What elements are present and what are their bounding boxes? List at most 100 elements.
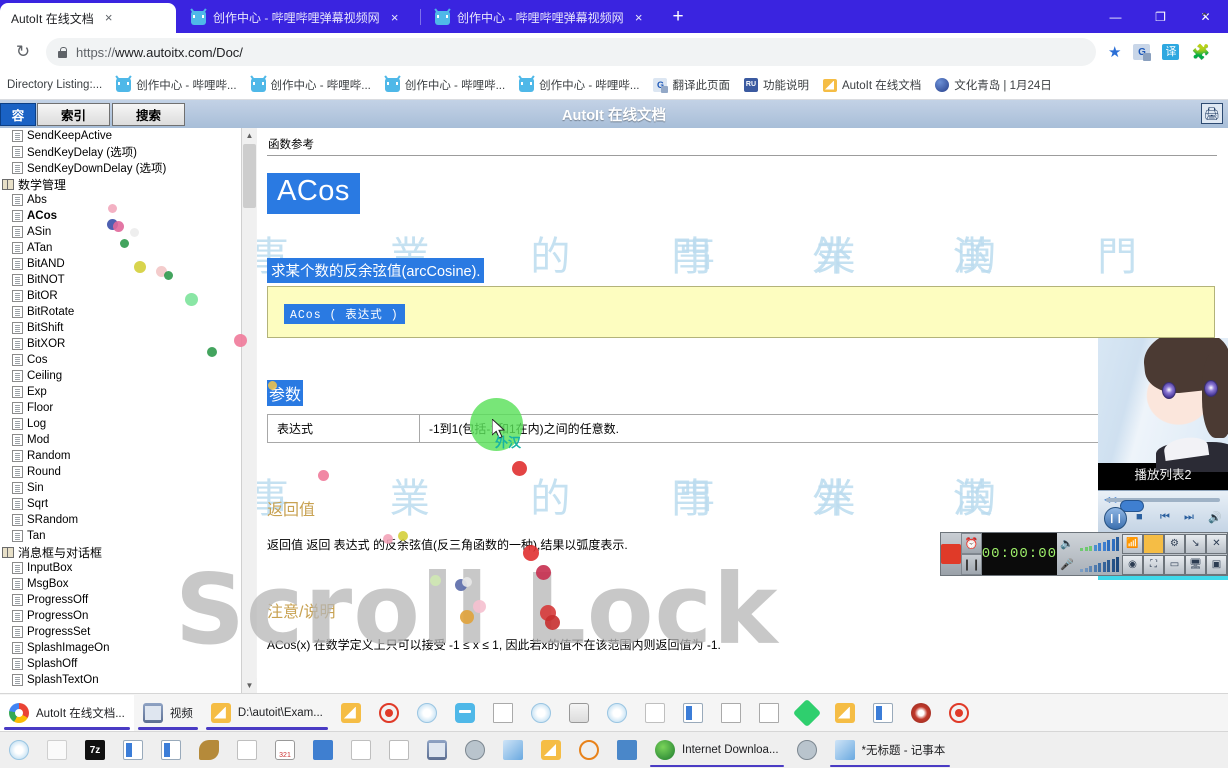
monitor-icon[interactable]: 🖥	[1185, 554, 1206, 575]
window-icon[interactable]: ▭	[1164, 554, 1185, 575]
bookmark-star-icon[interactable]: ★	[1108, 43, 1121, 61]
taskbar2-item-17[interactable]: Internet Downloa...	[646, 732, 788, 768]
taskbar2-item-9[interactable]	[342, 732, 380, 768]
taskbar1-item-15[interactable]	[788, 695, 826, 731]
bookmark-item-5[interactable]: G 翻译此页面	[646, 74, 737, 96]
tree-scrollbar[interactable]: ▲ ▼	[241, 128, 257, 693]
minimize-icon[interactable]: ↘	[1185, 533, 1206, 554]
tree-item-22[interactable]: Sin	[0, 480, 255, 496]
taskbar2-item-6[interactable]	[228, 732, 266, 768]
scroll-down-icon[interactable]: ▼	[242, 678, 257, 693]
address-bar[interactable]: https://www.autoitx.com/Doc/	[46, 38, 1096, 66]
tree-item-34[interactable]: SplashTextOn	[0, 672, 255, 688]
tree-item-14[interactable]: Cos	[0, 352, 255, 368]
bookmark-item-7[interactable]: AutoIt 在线文档	[816, 74, 928, 96]
taskbar2-item-1[interactable]	[38, 732, 76, 768]
taskbar2-item-5[interactable]	[190, 732, 228, 768]
taskbar1-item-5[interactable]	[408, 695, 446, 731]
video-player-window[interactable]: 播放列表2 ◀◀ ❙❙ ■ ⏮ ⏭ 🔊	[1098, 338, 1228, 534]
taskbar1-item-18[interactable]	[902, 695, 940, 731]
tree-item-19[interactable]: Mod	[0, 432, 255, 448]
microphone-icon[interactable]: 🎤	[1057, 558, 1077, 571]
taskbar2-item-8[interactable]	[304, 732, 342, 768]
taskbar1-item-14[interactable]	[750, 695, 788, 731]
bookmark-item-8[interactable]: 文化青岛 | 1月24日	[928, 74, 1059, 96]
minimize-button[interactable]: —	[1093, 0, 1138, 33]
taskbar2-item-13[interactable]	[494, 732, 532, 768]
tree-item-29[interactable]: ProgressOff	[0, 592, 255, 608]
taskbar1-item-0[interactable]: AutoIt 在线文档...	[0, 694, 134, 731]
taskbar1-item-16[interactable]	[826, 695, 864, 731]
stop-icon[interactable]	[941, 533, 962, 575]
taskbar1-item-2[interactable]: D:\autoit\Exam...	[202, 695, 332, 731]
bookmark-item-2[interactable]: 创作中心 - 哔哩哔...	[244, 74, 378, 96]
tree-item-28[interactable]: MsgBox	[0, 576, 255, 592]
taskbar2-item-12[interactable]	[456, 732, 494, 768]
gear-icon[interactable]: ⚙	[1164, 533, 1185, 554]
tab-close-icon[interactable]: ×	[387, 10, 403, 26]
previous-button[interactable]: ⏮	[1160, 511, 1170, 524]
tree-item-26[interactable]: 消息框与对话框	[0, 544, 255, 560]
taskbar1-item-11[interactable]	[636, 695, 674, 731]
seek-bar[interactable]	[1106, 498, 1220, 512]
tree-item-30[interactable]: ProgressOn	[0, 608, 255, 624]
browser-tab-2[interactable]: 创作中心 - 哔哩哔哩弹幕视频网 ×	[424, 2, 662, 33]
tree-item-27[interactable]: InputBox	[0, 560, 255, 576]
tree-item-8[interactable]: BitAND	[0, 256, 255, 272]
scrollbar-thumb[interactable]	[243, 144, 256, 208]
bookmark-item-1[interactable]: 创作中心 - 哔哩哔...	[109, 74, 243, 96]
tree-item-13[interactable]: BitXOR	[0, 336, 255, 352]
webcam-icon[interactable]: ◉	[1122, 554, 1143, 575]
taskbar1-item-4[interactable]	[370, 695, 408, 731]
scroll-up-icon[interactable]: ▲	[242, 128, 257, 143]
taskbar1-item-7[interactable]	[484, 695, 522, 731]
taskbar2-item-7[interactable]: 321	[266, 732, 304, 768]
new-tab-button[interactable]: +	[665, 6, 691, 30]
tree-item-9[interactable]: BitNOT	[0, 272, 255, 288]
taskbar1-item-3[interactable]	[332, 695, 370, 731]
tab-close-icon[interactable]: ×	[631, 10, 647, 26]
volume-button[interactable]: 🔊	[1208, 511, 1222, 524]
folder-icon[interactable]	[1143, 533, 1164, 554]
tree-item-6[interactable]: ASin	[0, 224, 255, 240]
taskbar2-item-3[interactable]	[114, 732, 152, 768]
bookmark-item-4[interactable]: 创作中心 - 哔哩哔...	[512, 74, 646, 96]
tree-item-4[interactable]: Abs	[0, 192, 255, 208]
tree-item-15[interactable]: Ceiling	[0, 368, 255, 384]
tree-item-31[interactable]: ProgressSet	[0, 624, 255, 640]
tree-item-2[interactable]: SendKeyDownDelay (选项)	[0, 160, 255, 176]
tree-item-17[interactable]: Floor	[0, 400, 255, 416]
taskbar2-item-18[interactable]	[788, 732, 826, 768]
close-icon[interactable]: ✕	[1206, 533, 1227, 554]
media-control-bar[interactable]: ⏰ ❙❙ 00:00:00 🔈 📶 ⚙ ↘ ✕ 🎤 ◉ ⛶ ▭ 🖥 ▣	[940, 532, 1228, 576]
taskbar1-item-1[interactable]: 视频	[134, 695, 202, 731]
taskbar2-item-11[interactable]	[418, 732, 456, 768]
tray-chevron-icon[interactable]: ⌃	[1199, 10, 1210, 26]
taskbar1-item-6[interactable]	[446, 695, 484, 731]
browser-tab-0[interactable]: AutoIt 在线文档 ×	[0, 3, 176, 33]
tree-item-23[interactable]: Sqrt	[0, 496, 255, 512]
extensions-puzzle-icon[interactable]: 🧩	[1191, 43, 1210, 61]
bookmark-item-0[interactable]: Directory Listing:...	[0, 74, 109, 96]
tree-item-18[interactable]: Log	[0, 416, 255, 432]
taskbar2-item-4[interactable]	[152, 732, 190, 768]
taskbar2-item-14[interactable]	[532, 732, 570, 768]
taskbar1-item-19[interactable]	[940, 695, 978, 731]
tree-item-25[interactable]: Tan	[0, 528, 255, 544]
bookmark-item-3[interactable]: 创作中心 - 哔哩哔...	[378, 74, 512, 96]
wifi-icon[interactable]: 📶	[1122, 533, 1143, 554]
browser-tab-1[interactable]: 创作中心 - 哔哩哔哩弹幕视频网 ×	[180, 2, 418, 33]
contents-tree[interactable]: SendKeepActive SendKeyDelay (选项) SendKeyDo…	[0, 128, 256, 693]
stop-button[interactable]: ■	[1136, 511, 1143, 523]
taskbar1-item-12[interactable]	[674, 695, 712, 731]
tree-item-1[interactable]: SendKeyDelay (选项)	[0, 144, 255, 160]
tree-item-10[interactable]: BitOR	[0, 288, 255, 304]
tree-item-11[interactable]: BitRotate	[0, 304, 255, 320]
maximize-button[interactable]: ❐	[1138, 0, 1183, 33]
tree-item-0[interactable]: SendKeepActive	[0, 128, 255, 144]
taskbar2-item-0[interactable]	[0, 732, 38, 768]
bookmark-item-6[interactable]: RU 功能说明	[737, 74, 816, 96]
taskbar2-item-15[interactable]	[570, 732, 608, 768]
speaker-icon[interactable]: 🔈	[1057, 537, 1077, 550]
taskbar1-item-17[interactable]	[864, 695, 902, 731]
